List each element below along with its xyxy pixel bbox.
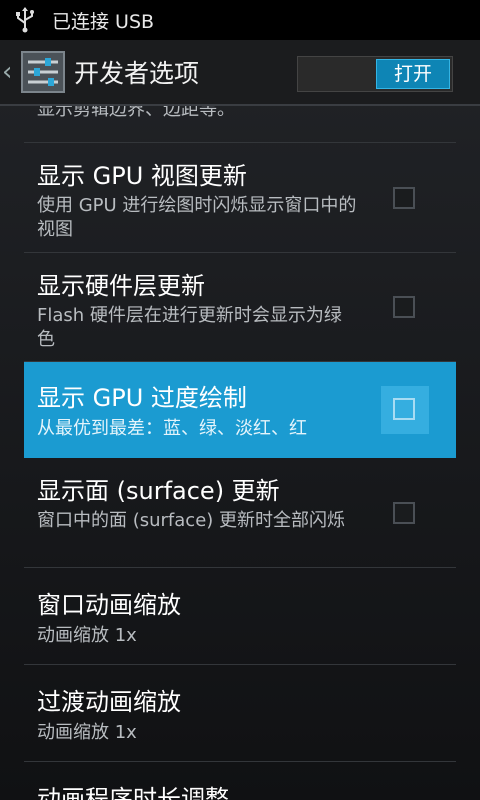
checkbox[interactable] — [393, 187, 415, 209]
list-item-layout-bounds[interactable]: 显示剪辑边界、边距等。 — [24, 106, 456, 143]
checkbox[interactable] — [393, 296, 415, 318]
item-summary: 动画缩放 1x — [37, 722, 137, 743]
list-item-gpu-overdraw[interactable]: 显示 GPU 过度绘制 从最优到最差：蓝、绿、淡红、红 — [24, 362, 456, 458]
item-summary: 显示剪辑边界、边距等。 — [37, 106, 235, 120]
item-title: 动画程序时长调整 — [37, 785, 229, 800]
toggle-on-label: 打开 — [376, 59, 450, 89]
list-item-hw-layer-updates[interactable]: 显示硬件层更新 Flash 硬件层在进行更新时会显示为绿色 — [24, 253, 456, 362]
checkbox[interactable] — [393, 502, 415, 524]
list-item-surface-updates[interactable]: 显示面 (surface) 更新 窗口中的面 (surface) 更新时全部闪烁 — [24, 458, 456, 568]
item-summary: 窗口中的面 (surface) 更新时全部闪烁 — [37, 510, 346, 531]
status-bar: 已连接 USB — [0, 0, 480, 40]
item-title: 显示硬件层更新 — [37, 272, 205, 300]
item-summary: 从最优到最差：蓝、绿、淡红、红 — [37, 418, 307, 439]
usb-icon — [16, 7, 34, 33]
settings-app-icon[interactable] — [20, 49, 66, 95]
developer-options-toggle[interactable]: 打开 — [297, 56, 453, 92]
page-title: 开发者选项 — [74, 59, 200, 88]
settings-list[interactable]: 显示剪辑边界、边距等。 显示 GPU 视图更新 使用 GPU 进行绘图时闪烁显示… — [24, 106, 456, 800]
item-title: 显示 GPU 视图更新 — [37, 162, 247, 190]
item-title: 显示 GPU 过度绘制 — [37, 384, 247, 412]
item-summary: 使用 GPU 进行绘图时闪烁显示窗口中的视图 — [37, 195, 357, 240]
checkbox-highlight — [381, 386, 429, 434]
list-item-transition-animation-scale[interactable]: 过渡动画缩放 动画缩放 1x — [24, 665, 456, 762]
item-title: 过渡动画缩放 — [37, 688, 181, 716]
list-item-gpu-view-updates[interactable]: 显示 GPU 视图更新 使用 GPU 进行绘图时闪烁显示窗口中的视图 — [24, 143, 456, 253]
item-summary: Flash 硬件层在进行更新时会显示为绿色 — [37, 305, 342, 350]
checkbox[interactable] — [393, 398, 415, 420]
item-title: 显示面 (surface) 更新 — [37, 477, 280, 505]
list-item-animator-duration-scale[interactable]: 动画程序时长调整 — [24, 762, 456, 800]
action-bar: ‹ 开发者选项 打开 — [0, 40, 480, 106]
list-item-window-animation-scale[interactable]: 窗口动画缩放 动画缩放 1x — [24, 568, 456, 665]
back-caret-icon[interactable]: ‹ — [2, 59, 16, 85]
item-title: 窗口动画缩放 — [37, 591, 181, 619]
item-summary: 动画缩放 1x — [37, 625, 137, 646]
usb-status-text: 已连接 USB — [52, 10, 155, 33]
